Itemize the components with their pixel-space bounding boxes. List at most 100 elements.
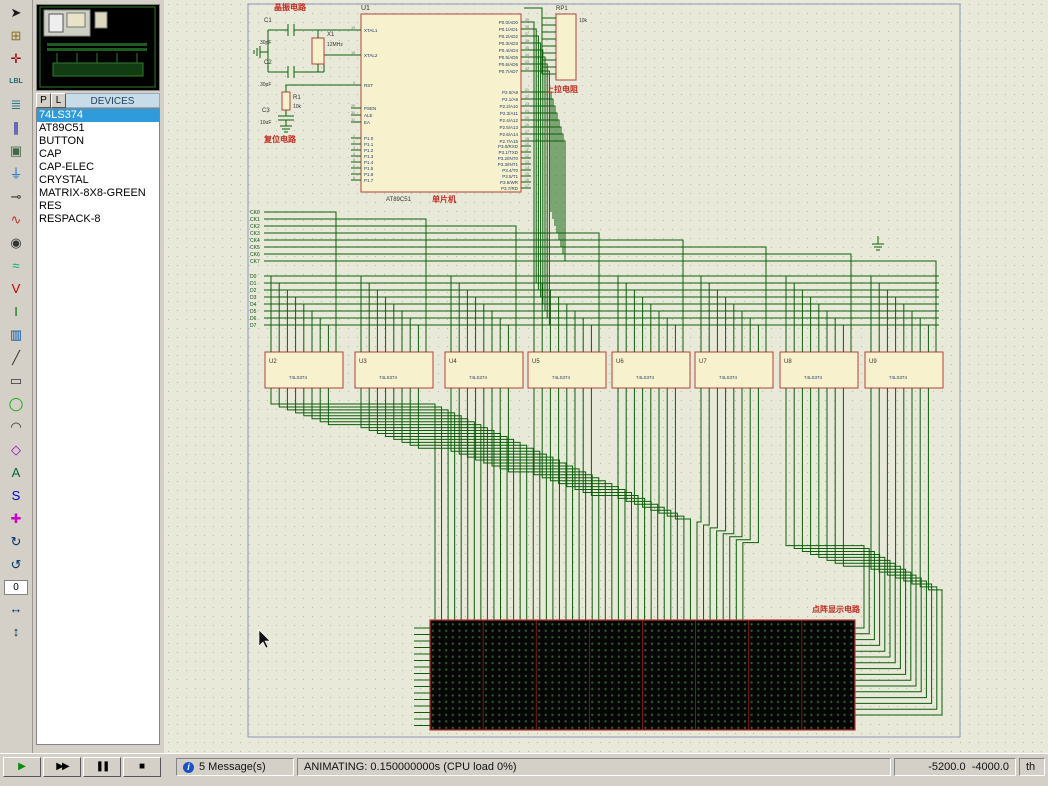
svg-text:1: 1: [353, 134, 355, 138]
coord-y: -4000.0: [971, 760, 1009, 773]
svg-text:CK5: CK5: [250, 245, 260, 251]
svg-text:P3.0/RXD: P3.0/RXD: [498, 144, 519, 149]
latch-chip-u4[interactable]: [444, 351, 524, 389]
svg-text:36: 36: [525, 39, 529, 43]
svg-text:P1.5: P1.5: [364, 166, 374, 171]
svg-text:74LS374: 74LS374: [552, 375, 571, 380]
component-mode-icon[interactable]: ⊞: [4, 26, 28, 47]
svg-text:14: 14: [525, 166, 529, 170]
text-2d-icon[interactable]: A: [4, 463, 28, 484]
svg-text:C3: C3: [262, 108, 270, 114]
svg-text:D1: D1: [250, 281, 257, 287]
line-2d-icon[interactable]: ╱: [4, 348, 28, 369]
svg-text:D6: D6: [250, 316, 257, 322]
svg-text:P1.4: P1.4: [364, 160, 374, 165]
rp1-respack[interactable]: [555, 13, 577, 81]
svg-text:ALE: ALE: [364, 113, 373, 118]
svg-text:D3: D3: [250, 295, 257, 301]
schematic-canvas[interactable]: CK0 CK1 CK2 CK3 CK4 CK5 CK6 CK7 D0 D1 D2 D3 D4 D5 D6 D7…: [164, 0, 1048, 753]
svg-text:U5: U5: [532, 359, 540, 365]
device-item-at89c51[interactable]: AT89C51: [37, 122, 159, 135]
device-item-respack-8[interactable]: RESPACK-8: [37, 213, 159, 226]
svg-text:D5: D5: [250, 309, 257, 315]
svg-text:P2.4/A12: P2.4/A12: [499, 118, 518, 123]
terminal-mode-icon[interactable]: ⏚: [4, 164, 28, 185]
coord-x: -5200.0: [928, 760, 966, 773]
svg-text:P3.7/RD: P3.7/RD: [501, 186, 519, 191]
rotate-cw-icon[interactable]: ↻: [4, 532, 28, 553]
rotation-angle-input[interactable]: [4, 580, 28, 595]
virtual-instruments-icon[interactable]: ▥: [4, 325, 28, 346]
svg-text:RP1: RP1: [556, 6, 568, 12]
latch-chip-u8[interactable]: [779, 351, 859, 389]
latch-chip-u3[interactable]: [354, 351, 434, 389]
pause-button[interactable]: ❚❚: [83, 756, 121, 777]
device-item-cap[interactable]: CAP: [37, 148, 159, 161]
svg-text:CK3: CK3: [250, 231, 260, 237]
device-pin-icon[interactable]: ⊸: [4, 187, 28, 208]
svg-text:74LS374: 74LS374: [469, 375, 488, 380]
text-script-icon[interactable]: ≣: [4, 95, 28, 116]
dot-matrix-display[interactable]: [429, 619, 856, 731]
device-item-matrix-8x8-green[interactable]: MATRIX-8X8-GREEN: [37, 187, 159, 200]
graph-mode-icon[interactable]: ∿: [4, 210, 28, 231]
message-count: 5 Message(s): [199, 760, 266, 773]
svg-text:23: 23: [525, 102, 529, 106]
animation-status-cell: ANIMATING: 0.150000000s (CPU load 0%): [297, 757, 891, 776]
device-item-74ls374[interactable]: 74LS374: [37, 109, 159, 122]
svg-text:CK4: CK4: [250, 238, 260, 244]
latch-chip-u5[interactable]: [527, 351, 607, 389]
bus-mode-icon[interactable]: ∥: [4, 118, 28, 139]
svg-text:P2.5/A13: P2.5/A13: [499, 125, 518, 130]
device-item-res[interactable]: RES: [37, 200, 159, 213]
wire-label-icon[interactable]: LBL: [4, 72, 28, 93]
junction-dot-icon[interactable]: ✛: [4, 49, 28, 70]
generator-mode-icon[interactable]: ≈: [4, 256, 28, 277]
svg-text:P0.6/AD6: P0.6/AD6: [499, 62, 519, 67]
svg-text:5: 5: [353, 158, 355, 162]
latch-chip-u7[interactable]: [694, 351, 774, 389]
device-item-cap-elec[interactable]: CAP-ELEC: [37, 161, 159, 174]
rotate-ccw-icon[interactable]: ↺: [4, 555, 28, 576]
message-log-cell[interactable]: i 5 Message(s): [176, 757, 294, 776]
latch-chip-u9[interactable]: [864, 351, 944, 389]
box-2d-icon[interactable]: ▭: [4, 371, 28, 392]
svg-text:12MHz: 12MHz: [327, 42, 343, 48]
latch-chip-u2[interactable]: [264, 351, 344, 389]
marker-2d-icon[interactable]: ✚: [4, 509, 28, 530]
current-probe-icon[interactable]: I: [4, 302, 28, 323]
svg-text:10k: 10k: [579, 18, 588, 24]
play-button[interactable]: ▶: [3, 756, 41, 777]
svg-text:25: 25: [525, 116, 529, 120]
path-2d-icon[interactable]: ◇: [4, 440, 28, 461]
subcircuit-icon[interactable]: ▣: [4, 141, 28, 162]
svg-text:17: 17: [525, 184, 529, 188]
svg-text:晶振电路: 晶振电路: [274, 2, 307, 12]
overview-window[interactable]: [36, 4, 160, 91]
svg-text:CK6: CK6: [250, 252, 260, 258]
circle-2d-icon[interactable]: ◯: [4, 394, 28, 415]
svg-text:P3.6/WR: P3.6/WR: [500, 180, 519, 185]
mirror-vertical-icon[interactable]: ↕: [4, 622, 28, 643]
svg-text:21: 21: [525, 88, 529, 92]
svg-text:30: 30: [351, 111, 355, 115]
pick-devices-button[interactable]: P: [36, 93, 51, 108]
svg-text:16: 16: [525, 178, 529, 182]
coordinates-cell: -5200.0 -4000.0: [894, 757, 1016, 776]
selection-mode-icon[interactable]: ➤: [4, 3, 28, 24]
arc-2d-icon[interactable]: ◠: [4, 417, 28, 438]
svg-text:22: 22: [525, 95, 529, 99]
voltage-probe-icon[interactable]: V: [4, 279, 28, 300]
latch-chip-u6[interactable]: [611, 351, 691, 389]
stop-button[interactable]: ■: [123, 756, 161, 777]
library-manager-button[interactable]: L: [51, 93, 66, 108]
step-button[interactable]: ▶▶: [43, 756, 81, 777]
tape-recorder-icon[interactable]: ◉: [4, 233, 28, 254]
symbol-2d-icon[interactable]: S: [4, 486, 28, 507]
svg-text:P0.7/AD7: P0.7/AD7: [499, 69, 519, 74]
svg-text:P3.1/TXD: P3.1/TXD: [498, 150, 518, 155]
mirror-horizontal-icon[interactable]: ↔: [4, 599, 28, 620]
device-item-crystal[interactable]: CRYSTAL: [37, 174, 159, 187]
device-item-button[interactable]: BUTTON: [37, 135, 159, 148]
svg-text:U1: U1: [361, 5, 370, 12]
